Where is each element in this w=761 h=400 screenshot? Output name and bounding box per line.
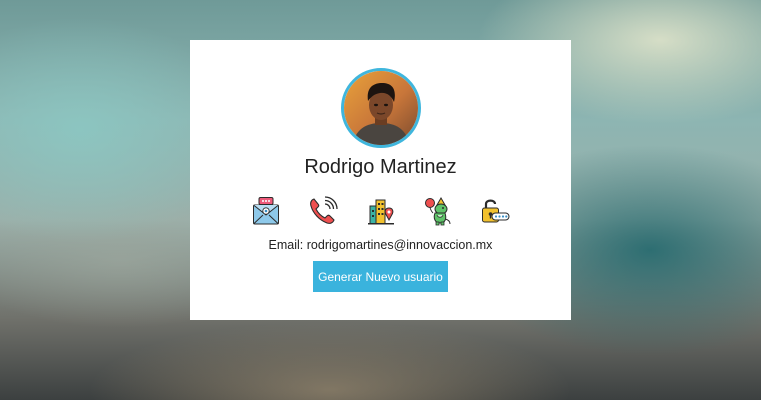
info-text: Email: rodrigomartines@innovaccion.mx: [268, 238, 493, 252]
user-name: Rodrigo Martinez: [304, 156, 457, 178]
email-icon[interactable]: [251, 196, 281, 226]
birthday-icon[interactable]: [423, 196, 453, 226]
password-icon[interactable]: [480, 196, 510, 226]
generate-user-button[interactable]: Generar Nuevo usuario: [313, 261, 448, 292]
info-icon-bar: [190, 196, 571, 228]
location-icon[interactable]: [366, 196, 396, 226]
user-card: Rodrigo Martinez Email: rodrigomartines@…: [190, 40, 571, 320]
avatar: [341, 68, 421, 148]
phone-icon[interactable]: [308, 196, 338, 226]
